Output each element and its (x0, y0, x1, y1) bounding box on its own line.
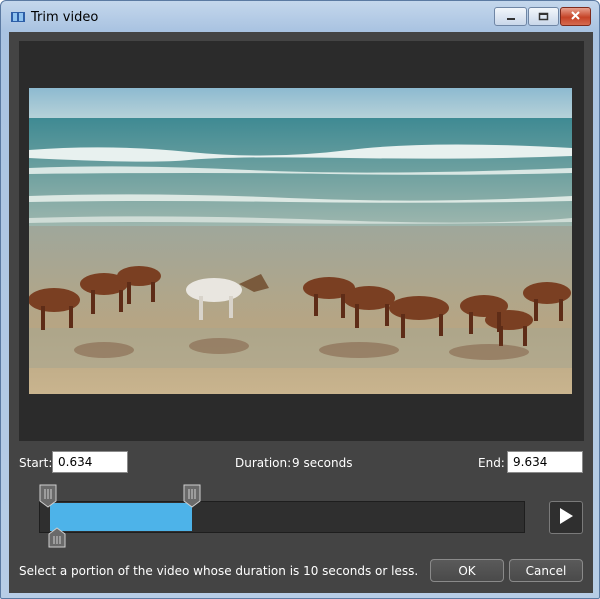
play-icon (558, 507, 574, 528)
maximize-icon (538, 10, 549, 24)
title-bar[interactable]: Trim video (1, 1, 599, 33)
maximize-button[interactable] (528, 7, 559, 26)
duration-value: 9 seconds (292, 456, 353, 470)
minimize-icon (506, 10, 516, 24)
video-film-icon (11, 11, 25, 23)
window-title: Trim video (31, 10, 99, 25)
video-preview (29, 88, 572, 394)
selected-range (50, 503, 193, 531)
close-icon (570, 10, 581, 24)
playhead-handle[interactable] (48, 527, 66, 548)
video-preview-frame (19, 41, 584, 441)
close-button[interactable] (560, 7, 591, 26)
minimize-button[interactable] (494, 7, 527, 26)
start-field[interactable] (52, 451, 128, 473)
cancel-button[interactable]: Cancel (509, 559, 583, 582)
start-trim-handle[interactable] (39, 484, 57, 508)
dialog-body: Start: Duration: 9 seconds End: (9, 32, 593, 593)
duration-hint: Select a portion of the video whose dura… (19, 564, 419, 578)
trim-video-window: Trim video Start: 0.634 Duration: 9 seco… (0, 0, 600, 599)
ok-button[interactable]: OK (430, 559, 504, 582)
trim-timeline[interactable] (39, 501, 525, 533)
duration-label: Duration: (235, 456, 292, 470)
end-field[interactable] (507, 451, 583, 473)
start-label: Start: (19, 456, 53, 470)
end-trim-handle[interactable] (183, 484, 201, 508)
end-label: End: (478, 456, 505, 470)
play-button[interactable] (549, 501, 583, 534)
